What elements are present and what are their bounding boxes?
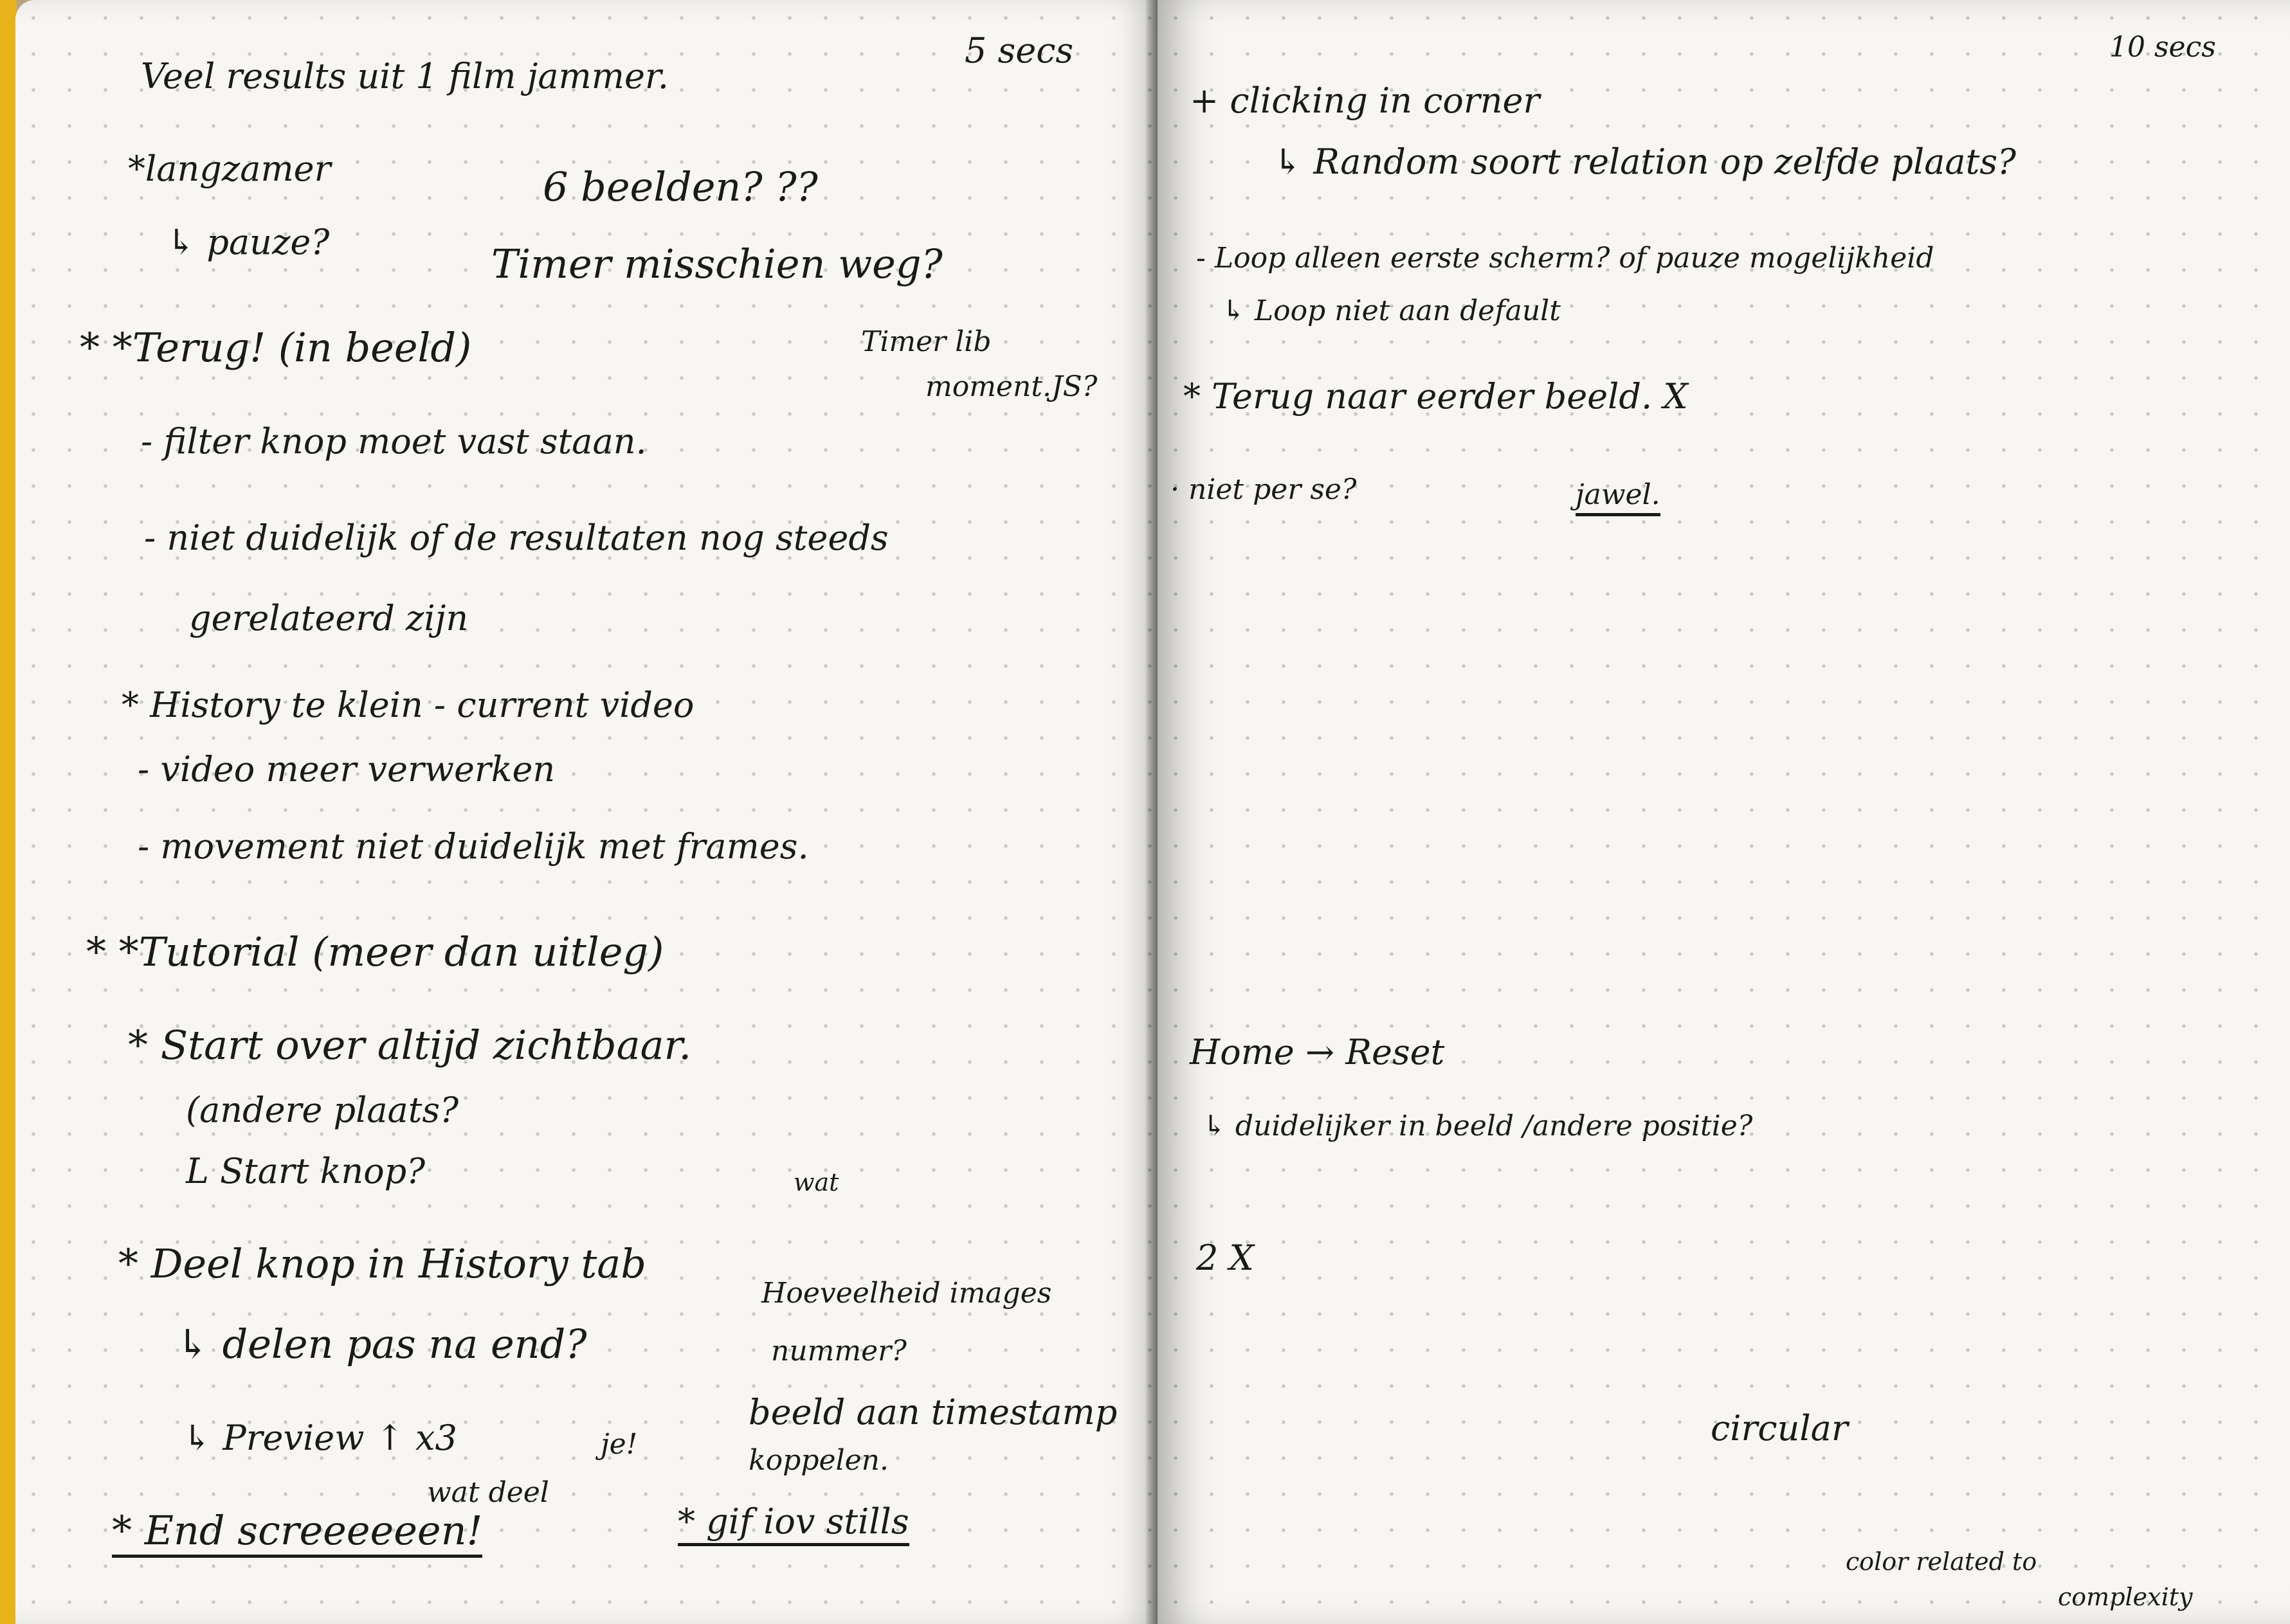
note-line: koppelen. bbox=[749, 1444, 889, 1477]
time-label: 10 secs bbox=[2109, 31, 2216, 64]
note-line: moment.JS? bbox=[925, 370, 1098, 403]
note-line: + clicking in corner bbox=[1190, 80, 1540, 121]
note-line: ↳ Random soort relation op zelfde plaats… bbox=[1273, 141, 2016, 182]
notebook-edge bbox=[0, 0, 17, 1624]
note-line: jawel. bbox=[1576, 481, 1660, 516]
note-line: *langzamer bbox=[128, 149, 331, 189]
note-line: Timer lib bbox=[861, 325, 992, 358]
note-line: complexity bbox=[2058, 1583, 2193, 1611]
note-line: wat bbox=[794, 1168, 839, 1196]
note-line: * Start over altijd zichtbaar. bbox=[128, 1022, 692, 1069]
note-line: gerelateerd zijn bbox=[189, 598, 469, 638]
note-line: 6 beelden? ?? bbox=[543, 163, 818, 210]
note-line: * End screeeeeen! bbox=[112, 1511, 483, 1558]
note-line: (andere plaats? bbox=[186, 1090, 459, 1130]
note-line: Veel results uit 1 film jammer. bbox=[141, 56, 669, 96]
note-line: * gif iov stills bbox=[678, 1504, 909, 1546]
note-line: 2 X bbox=[1196, 1238, 1254, 1278]
note-line: L Start knop? bbox=[186, 1151, 426, 1191]
note-line: nummer? bbox=[771, 1335, 907, 1367]
note-line: * *Tutorial (meer dan uitleg) bbox=[86, 928, 664, 975]
note-line: color related to bbox=[1846, 1547, 2037, 1576]
note-line: ↳ delen pas na end? bbox=[176, 1321, 587, 1367]
left-page: 5 secs Veel results uit 1 film jammer. *… bbox=[15, 0, 1158, 1624]
note-line: * Terug naar eerder beeld. X bbox=[1183, 376, 1688, 417]
note-line: * Deel knop in History tab bbox=[118, 1240, 646, 1287]
note-line: Hoeveelheid images bbox=[761, 1277, 1052, 1310]
note-line: ↳ Loop niet aan default bbox=[1222, 294, 1561, 327]
note-line: je! bbox=[601, 1428, 638, 1461]
note-line: ↳ pauze? bbox=[167, 222, 330, 262]
note-line: beeld aan timestamp bbox=[749, 1392, 1118, 1432]
note-line: - niet duidelijk of de resultaten nog st… bbox=[144, 518, 889, 558]
note-line: - movement niet duidelijk met frames. bbox=[138, 826, 809, 867]
note-line: * *Terug! (in beeld) bbox=[80, 324, 472, 371]
note-line: - filter knop moet vast staan. bbox=[141, 421, 647, 462]
note-line: ↳ duidelijker in beeld /andere positie? bbox=[1203, 1110, 1753, 1142]
note-line: - video meer verwerken bbox=[138, 749, 556, 789]
note-line: Timer misschien weg? bbox=[491, 240, 943, 287]
right-page: 10 secs + clicking in corner ↳ Random so… bbox=[1158, 0, 2290, 1624]
note-line: ↳ Preview ↑ x3 bbox=[183, 1418, 457, 1458]
time-label: 5 secs bbox=[965, 30, 1074, 71]
note-line: wat deel bbox=[427, 1476, 549, 1509]
note-line: · niet per se? bbox=[1170, 473, 1357, 506]
note-line: - Loop alleen eerste scherm? of pauze mo… bbox=[1196, 242, 1934, 275]
note-line: circular bbox=[1711, 1408, 1848, 1448]
note-line: * History te klein - current video bbox=[122, 685, 695, 725]
note-line: Home → Reset bbox=[1190, 1032, 1445, 1072]
